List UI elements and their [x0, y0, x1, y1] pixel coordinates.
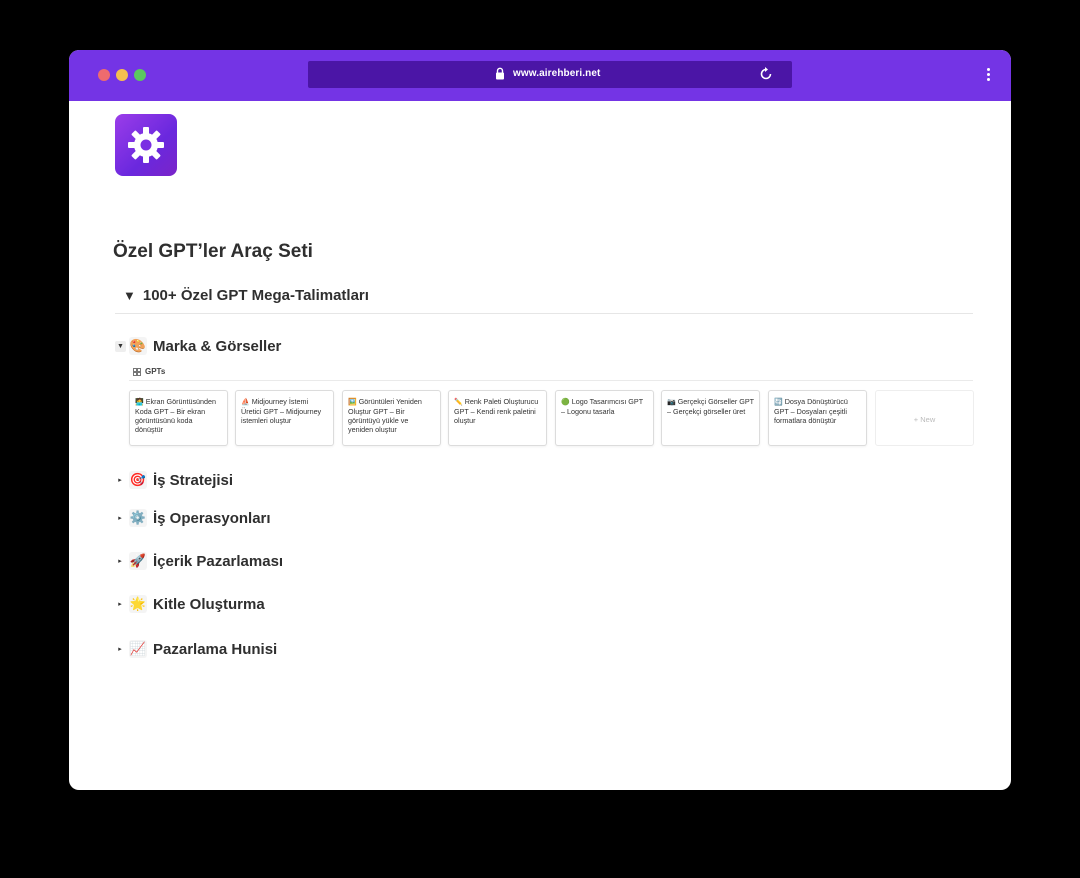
target-icon: 🎯 — [129, 471, 147, 489]
toggle-heading-label: 100+ Özel GPT Mega-Talimatları — [142, 286, 369, 304]
browser-menu-icon[interactable] — [979, 66, 997, 84]
card-title: Görüntüleri Yeniden Oluştur GPT – Bir gö… — [348, 397, 422, 434]
section-is-operasyonlari[interactable]: ▸ ⚙️ İş Operasyonları — [115, 506, 271, 530]
gallery-card[interactable]: 📷 Gerçekçi Görseller GPT – Gerçekçi görse… — [661, 390, 760, 446]
page-icon — [115, 114, 177, 176]
section-label: İş Operasyonları — [153, 509, 271, 527]
section-label: İçerik Pazarlaması — [153, 552, 284, 570]
card-icon: ✏️ — [454, 399, 463, 406]
star-icon: 🌟 — [129, 595, 147, 613]
toggle-arrow-icon[interactable]: ▸ — [115, 476, 125, 484]
toggle-heading[interactable]: ▼ 100+ Özel GPT Mega-Talimatları — [123, 283, 369, 307]
browser-titlebar: www.airehberi.net — [69, 50, 1011, 101]
gallery-card[interactable]: 🧑‍💻 Ekran Görüntüsünden Koda GPT – Bir ek… — [129, 390, 228, 446]
gear-icon — [128, 127, 164, 163]
maximize-window-button[interactable] — [134, 69, 146, 81]
card-icon: 📷 — [667, 399, 676, 406]
page-content: Özel GPT’ler Araç Seti ▼ 100+ Özel GPT M… — [69, 101, 1011, 790]
card-icon: 🟢 — [561, 399, 570, 406]
gallery-card[interactable]: 🔄 Dosya Dönüştürücü GPT – Dosyaları çeşit… — [768, 390, 867, 446]
new-card-button[interactable]: + New — [875, 390, 974, 446]
page-title: Özel GPT’ler Araç Seti — [113, 241, 313, 262]
url-text: www.airehberi.net — [513, 68, 601, 79]
section-label: Pazarlama Hunisi — [153, 640, 278, 658]
divider — [115, 313, 973, 314]
gear-emoji-icon: ⚙️ — [129, 509, 147, 527]
card-title: Gerçekçi Görseller GPT – Gerçekçi görsel… — [667, 397, 754, 416]
new-card-label: + New — [913, 414, 936, 424]
database-label: GPTs — [145, 367, 166, 376]
reload-icon[interactable] — [758, 66, 774, 82]
card-icon: 🧑‍💻 — [135, 399, 144, 406]
address-bar[interactable]: www.airehberi.net — [308, 61, 792, 88]
section-label: Marka & Görseller — [153, 337, 282, 355]
section-marka-gorseller[interactable]: ▼ 🎨 Marka & Görseller — [115, 334, 281, 358]
card-icon: ⛵ — [241, 399, 250, 406]
toggle-arrow-icon[interactable]: ▼ — [115, 340, 126, 352]
card-title: Dosya Dönüştürücü GPT – Dosyaları çeşitl… — [774, 397, 848, 425]
toggle-arrow-icon[interactable]: ▸ — [115, 645, 125, 653]
section-label: İş Stratejisi — [153, 471, 234, 489]
rocket-icon: 🚀 — [129, 552, 147, 570]
close-window-button[interactable] — [98, 69, 110, 81]
lock-icon — [496, 67, 504, 80]
toggle-arrow-icon[interactable]: ▸ — [115, 557, 125, 565]
card-title: Logo Tasarımcısı GPT – Logonu tasarla — [561, 397, 643, 416]
card-title: Midjourney İstemi Üretici GPT – Midjourn… — [241, 397, 322, 425]
toggle-arrow-icon[interactable]: ▸ — [115, 600, 125, 608]
database-divider — [129, 380, 973, 381]
palette-icon: 🎨 — [129, 337, 147, 355]
section-pazarlama-hunisi[interactable]: ▸ 📈 Pazarlama Hunisi — [115, 637, 277, 661]
gallery-card[interactable]: 🖼️ Görüntüleri Yeniden Oluştur GPT – Bir … — [342, 390, 441, 446]
gallery-grid-icon — [133, 367, 141, 376]
gallery-card[interactable]: ✏️ Renk Paleti Oluşturucu GPT – Kendi ren… — [448, 390, 547, 446]
card-title: Ekran Görüntüsünden Koda GPT – Bir ekran… — [135, 397, 217, 434]
chart-increasing-icon: 📈 — [129, 640, 147, 658]
minimize-window-button[interactable] — [116, 69, 128, 81]
gallery-card[interactable]: 🟢 Logo Tasarımcısı GPT – Logonu tasarla — [555, 390, 654, 446]
card-title: Renk Paleti Oluşturucu GPT – Kendi renk … — [454, 397, 539, 425]
database-view-tab[interactable]: GPTs — [133, 367, 165, 376]
toggle-triangle-icon: ▼ — [123, 287, 136, 303]
section-is-stratejisi[interactable]: ▸ 🎯 İş Stratejisi — [115, 468, 233, 492]
toggle-arrow-icon[interactable]: ▸ — [115, 514, 125, 522]
card-icon: 🔄 — [774, 399, 783, 406]
section-kitle-olusturma[interactable]: ▸ 🌟 Kitle Oluşturma — [115, 592, 265, 616]
card-icon: 🖼️ — [348, 399, 357, 406]
gallery-card[interactable]: ⛵ Midjourney İstemi Üretici GPT – Midjour… — [235, 390, 334, 446]
section-icerik-pazarlamasi[interactable]: ▸ 🚀 İçerik Pazarlaması — [115, 549, 283, 573]
section-label: Kitle Oluşturma — [153, 595, 265, 613]
browser-window: www.airehberi.net Özel GPT’ler Araç Seti… — [69, 50, 1011, 790]
